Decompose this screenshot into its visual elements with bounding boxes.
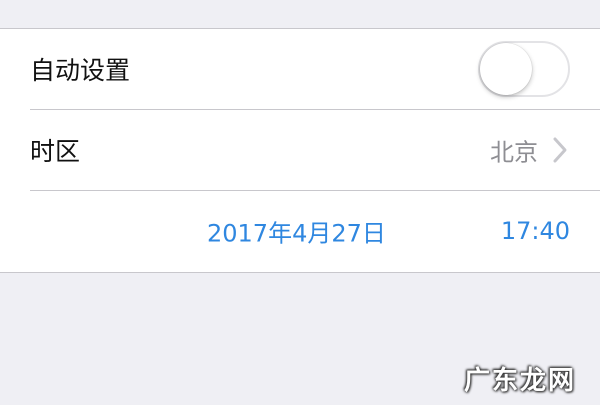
time-zone-label: 时区: [30, 137, 81, 166]
toggle-knob: [480, 43, 532, 95]
time-zone-row[interactable]: 时区 北京: [0, 110, 600, 190]
time-zone-value: 北京: [490, 138, 538, 167]
auto-set-label: 自动设置: [30, 56, 131, 85]
time-value[interactable]: 17:40: [501, 217, 570, 245]
chevron-right-icon: [553, 137, 567, 163]
auto-set-toggle[interactable]: [478, 41, 570, 97]
auto-set-row: 自动设置: [0, 29, 600, 109]
date-time-row: 2017年4月27日 17:40: [0, 191, 600, 271]
top-spacing: [0, 0, 600, 28]
settings-screen: 自动设置 时区 北京 2017年4月27日 17:40 广东龙网: [0, 0, 600, 405]
date-time-settings-group: 自动设置 时区 北京 2017年4月27日 17:40: [0, 28, 600, 273]
watermark: 广东龙网: [463, 366, 576, 396]
date-value[interactable]: 2017年4月27日: [207, 214, 386, 249]
